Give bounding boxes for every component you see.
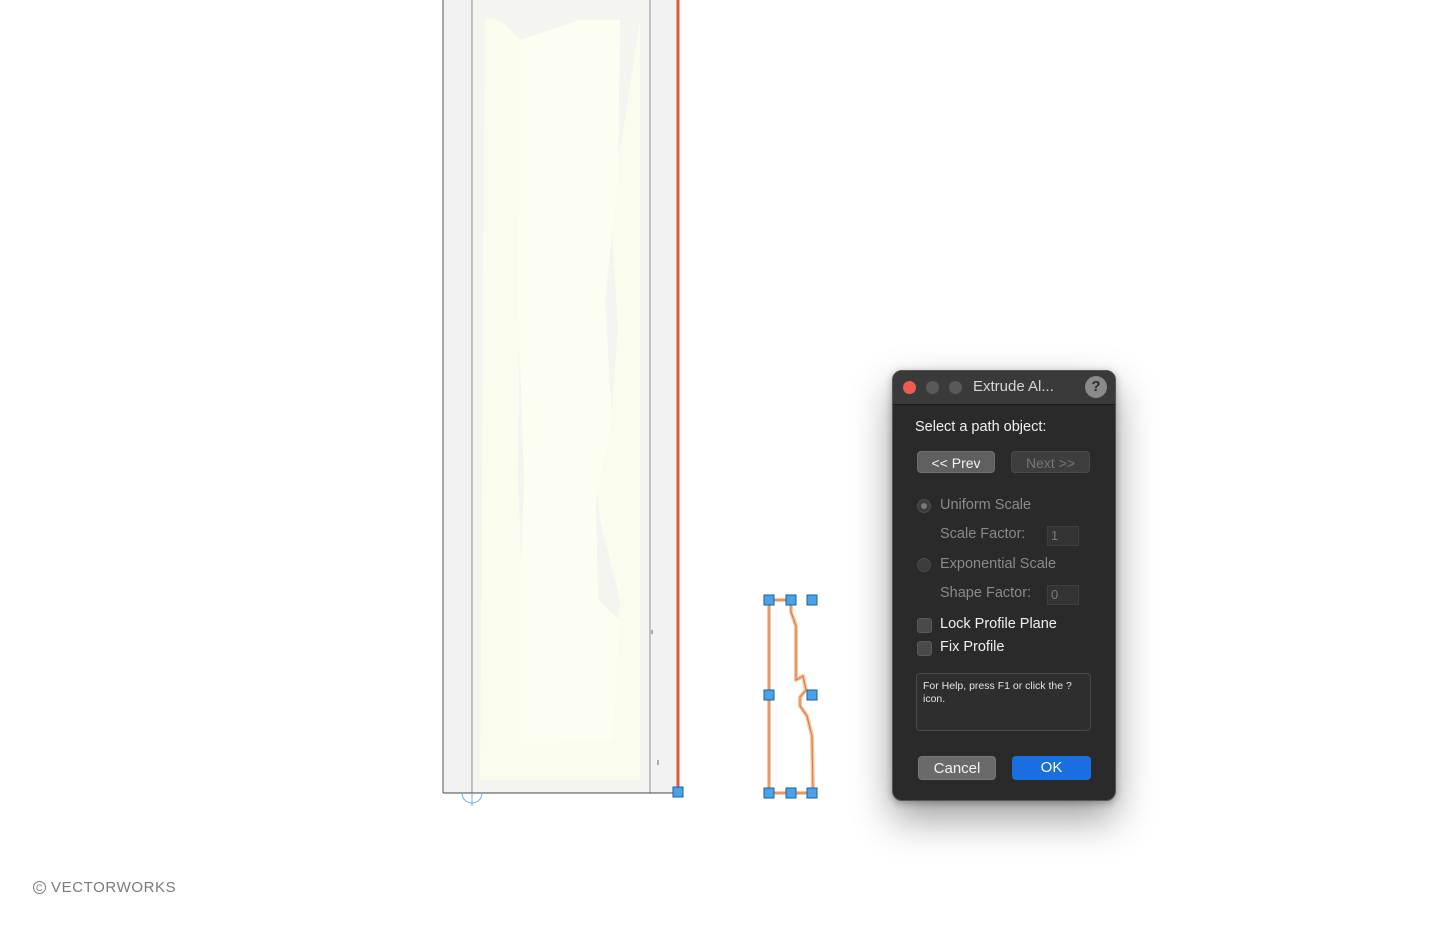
shape-factor-label: Shape Factor:: [940, 585, 1032, 601]
help-icon[interactable]: ?: [1085, 376, 1107, 398]
fix-profile-label[interactable]: Fix Profile: [940, 639, 1004, 655]
drawing-area[interactable]: [0, 0, 1440, 928]
extrusion-elevation-object[interactable]: [442, 0, 684, 806]
lock-profile-plane-label[interactable]: Lock Profile Plane: [940, 616, 1057, 632]
lock-profile-plane-checkbox[interactable]: [917, 618, 932, 633]
selection-handle: [763, 787, 775, 799]
dialog-title: Extrude Al...: [973, 378, 1054, 395]
next-button[interactable]: Next >>: [1011, 451, 1090, 473]
scale-factor-input[interactable]: 1: [1047, 526, 1079, 546]
copyright-icon: C: [33, 881, 46, 894]
extrude-along-path-dialog: Extrude Al... ? Select a path object: <<…: [892, 370, 1116, 801]
shape-factor-input[interactable]: 0: [1047, 585, 1079, 605]
watermark-text: VECTORWORKS: [51, 879, 177, 896]
help-text-box: For Help, press F1 or click the ? icon.: [916, 673, 1091, 731]
selection-handle: [763, 594, 775, 606]
drawing-canvas[interactable]: C VECTORWORKS Extrude Al... ? Select a p…: [0, 0, 1440, 928]
radio-selected-dot: [921, 503, 927, 509]
selection-handle: [763, 689, 775, 701]
dialog-titlebar[interactable]: Extrude Al... ?: [893, 371, 1115, 405]
selection-handle: [785, 787, 797, 799]
minimize-traffic-light: [926, 381, 939, 394]
uniform-scale-radio[interactable]: [917, 499, 931, 513]
vectorworks-watermark: C VECTORWORKS: [33, 879, 176, 896]
selection-handle: [806, 787, 818, 799]
maximize-traffic-light: [949, 381, 962, 394]
fix-profile-checkbox[interactable]: [917, 641, 932, 656]
uniform-scale-label: Uniform Scale: [940, 497, 1032, 513]
selection-handle: [806, 689, 818, 701]
select-path-prompt: Select a path object:: [915, 419, 1047, 435]
selection-handle: [785, 594, 797, 606]
scale-factor-label: Scale Factor:: [940, 526, 1026, 542]
ok-button[interactable]: OK: [1012, 756, 1091, 780]
close-traffic-light[interactable]: [903, 381, 916, 394]
moulding-profile-object[interactable]: [763, 594, 818, 799]
exponential-scale-label: Exponential Scale: [940, 556, 1057, 572]
cancel-button[interactable]: Cancel: [918, 756, 996, 780]
prev-button[interactable]: << Prev: [917, 451, 995, 473]
selection-handle: [806, 594, 818, 606]
exponential-scale-radio[interactable]: [917, 558, 931, 572]
path-handle: [672, 786, 684, 798]
